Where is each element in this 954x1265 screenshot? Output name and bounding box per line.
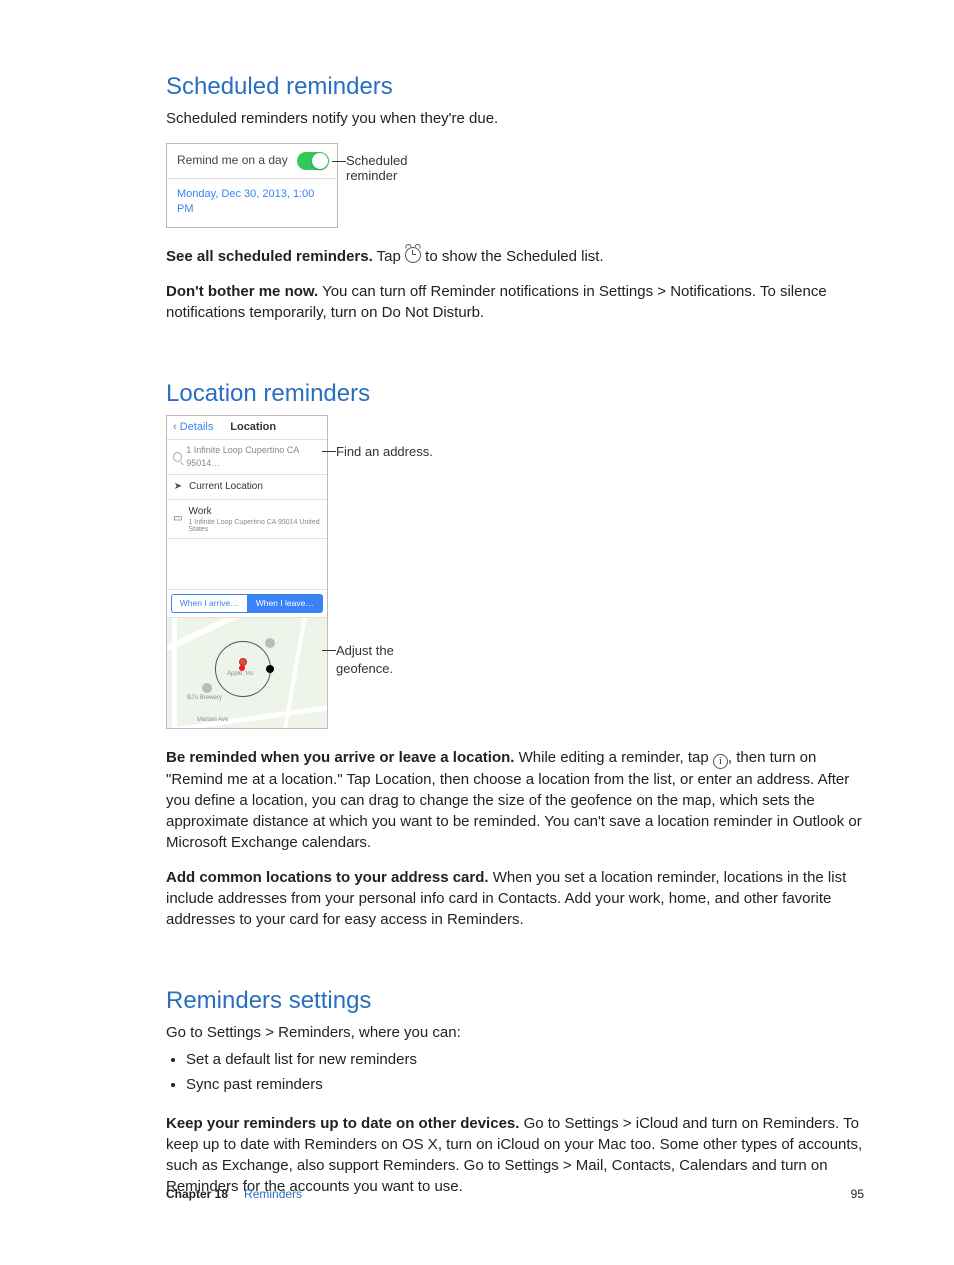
footer-chapter: Chapter 18 (166, 1186, 228, 1203)
work-label: Work (188, 506, 211, 517)
settings-bullets: Set a default list for new reminders Syn… (166, 1049, 864, 1095)
remind-on-day-row[interactable]: Remind me on a day (167, 144, 337, 179)
arrive-leave-segmented[interactable]: When I arrive… When I leave… (167, 590, 327, 619)
current-location-item[interactable]: ➤ Current Location (167, 475, 327, 500)
bullet-item: Set a default list for new reminders (186, 1049, 864, 1070)
para-keep-updated: Keep your reminders up to date on other … (166, 1113, 864, 1197)
contact-card-icon: ▭ (173, 512, 182, 526)
geofence-circle[interactable] (215, 641, 271, 697)
settings-lead: Go to Settings > Reminders, where you ca… (166, 1022, 864, 1043)
map-label-road: Mariani Ave (197, 716, 228, 724)
para-see-all: See all scheduled reminders. Tap to show… (166, 246, 864, 267)
map-poi-icon (202, 683, 212, 693)
para-be-reminded-bold: Be reminded when you arrive or leave a l… (166, 749, 514, 766)
para-add-common: Add common locations to your address car… (166, 867, 864, 930)
map-poi-icon (265, 638, 275, 648)
footer-title: Reminders (244, 1186, 302, 1203)
section-heading-location: Location reminders (166, 377, 864, 411)
para-dont-bother: Don't bother me now. You can turn off Re… (166, 281, 864, 323)
map-label-apple: Apple, Inc (227, 670, 254, 678)
location-panel: ‹ Details Location 1 Infinite Loop Cuper… (166, 415, 328, 729)
figure-scheduled: Remind me on a day Monday, Dec 30, 2013,… (166, 143, 864, 229)
remind-on-day-label: Remind me on a day (177, 152, 288, 169)
navbar-title: Location (213, 420, 321, 435)
search-text: 1 Infinite Loop Cupertino CA 95014… (186, 444, 321, 469)
scheduled-card: Remind me on a day Monday, Dec 30, 2013,… (166, 143, 338, 229)
callout-scheduled-reminder: Scheduled reminder (346, 153, 407, 184)
location-navbar: ‹ Details Location (167, 416, 327, 440)
section1-lead: Scheduled reminders notify you when they… (166, 108, 864, 129)
para-be-reminded-a: While editing a reminder, tap (514, 749, 712, 766)
work-sublabel: 1 Infinite Loop Cupertino CA 95014 Unite… (188, 519, 321, 533)
location-search-row[interactable]: 1 Infinite Loop Cupertino CA 95014… (167, 440, 327, 474)
footer-page-number: 95 (851, 1186, 864, 1203)
segment-leave[interactable]: When I leave… (247, 594, 324, 614)
para-dont-bother-bold: Don't bother me now. (166, 283, 318, 300)
callout-geo-l2: geofence. (336, 661, 393, 676)
para-be-reminded: Be reminded when you arrive or leave a l… (166, 747, 864, 853)
callout-adjust-geofence: Adjust the geofence. (336, 642, 394, 678)
toggle-switch-on[interactable] (297, 152, 329, 170)
back-details-button[interactable]: ‹ Details (173, 420, 213, 435)
list-gap (167, 539, 327, 590)
location-arrow-icon: ➤ (173, 480, 183, 494)
figure-location: ‹ Details Location 1 Infinite Loop Cuper… (166, 415, 864, 729)
para-see-all-b: to show the Scheduled list. (421, 248, 604, 265)
alarm-clock-icon (405, 247, 421, 263)
scheduled-datetime[interactable]: Monday, Dec 30, 2013, 1:00 PM (167, 179, 337, 228)
section-heading-scheduled: Scheduled reminders (166, 70, 864, 104)
segment-arrive[interactable]: When I arrive… (171, 594, 247, 614)
section-heading-settings: Reminders settings (166, 984, 864, 1018)
callout-line1: Scheduled (346, 153, 407, 168)
bullet-item: Sync past reminders (186, 1074, 864, 1095)
callout-geo-l1: Adjust the (336, 643, 394, 658)
work-location-item[interactable]: ▭ Work 1 Infinite Loop Cupertino CA 9501… (167, 500, 327, 539)
map-view[interactable]: Apple, Inc BJ's Brewery Mariani Ave (167, 618, 327, 728)
geofence-handle[interactable] (266, 665, 274, 673)
page-footer: Chapter 18 Reminders 95 (166, 1186, 864, 1203)
search-icon (173, 452, 182, 462)
para-add-common-bold: Add common locations to your address car… (166, 869, 489, 886)
callout-line2: reminder (346, 168, 397, 183)
para-see-all-a: Tap (373, 248, 405, 265)
callout-find-address: Find an address. (336, 443, 433, 461)
back-details-label: Details (180, 421, 214, 433)
figure-location-callouts: Find an address. Adjust the geofence. (336, 415, 476, 705)
map-label-bj: BJ's Brewery (187, 694, 222, 702)
current-location-label: Current Location (189, 480, 263, 494)
info-icon: i (713, 754, 728, 769)
para-see-all-bold: See all scheduled reminders. (166, 248, 373, 265)
para-keep-updated-bold: Keep your reminders up to date on other … (166, 1115, 519, 1132)
